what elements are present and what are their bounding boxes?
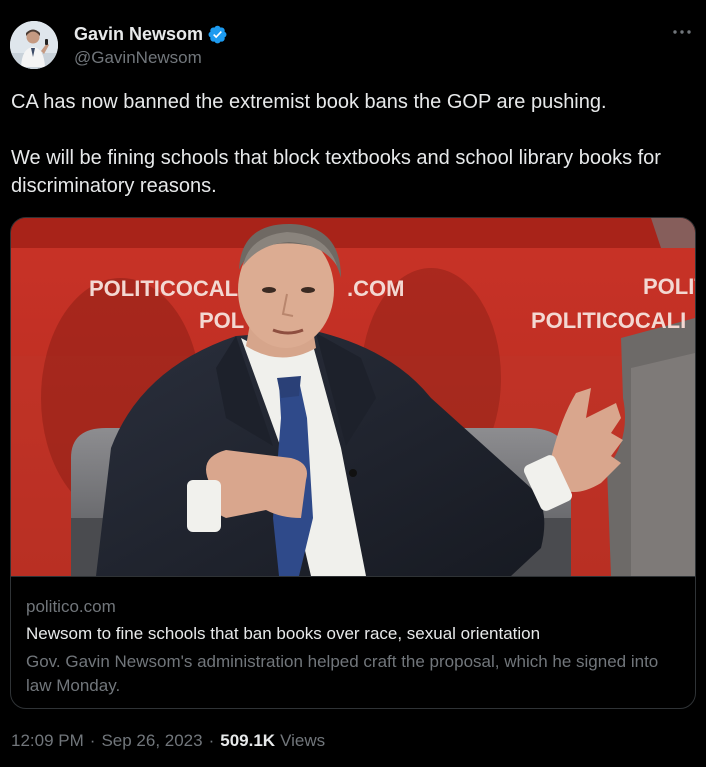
views-count[interactable]: 509.1K [220,731,275,751]
author-name-row[interactable]: Gavin Newsom [74,22,228,46]
tweet: Gavin Newsom @GavinNewsom CA has now ban… [0,0,706,767]
verified-badge-icon [207,24,228,45]
tweet-time[interactable]: 12:09 PM [11,731,84,751]
card-image[interactable]: POLITICOCAL .COM POL POLIT POLITICOCALI [11,218,695,577]
card-meta: politico.com Newsom to fine schools that… [26,596,686,698]
backdrop-text-left-top-end: .COM [347,276,404,301]
tweet-paragraph: We will be fining schools that block tex… [11,147,661,197]
author-handle[interactable]: @GavinNewsom [74,48,202,68]
views-label: Views [280,731,326,750]
card-description: Gov. Gavin Newsom's administration helpe… [26,652,659,695]
tweet-paragraph: CA has now banned the extremist book ban… [11,91,607,113]
backdrop-text-left-bottom: POL [199,308,244,333]
card-domain: politico.com [26,597,116,616]
separator-dot: · [89,731,96,750]
author-display-name[interactable]: Gavin Newsom [74,24,203,45]
more-options-icon[interactable] [670,20,694,44]
person-avatar-icon [10,21,58,69]
card-title[interactable]: Newsom to fine schools that ban books ov… [26,623,686,645]
backdrop-text-left-top: POLITICOCAL [89,276,238,301]
backdrop-text-right-top: POLIT [643,274,695,299]
separator-dot: · [208,731,215,750]
avatar[interactable] [10,21,58,69]
backdrop-text-right-bottom: POLITICOCALI [531,308,686,333]
tweet-date[interactable]: Sep 26, 2023 [101,731,202,751]
link-card[interactable]: POLITICOCAL .COM POL POLIT POLITICOCALI [10,217,696,709]
newsom-photo-image: POLITICOCAL .COM POL POLIT POLITICOCALI [11,218,695,576]
tweet-footer: 12:09 PM · Sep 26, 2023 · 509.1K Views [11,731,325,751]
tweet-text: CA has now banned the extremist book ban… [11,88,701,200]
